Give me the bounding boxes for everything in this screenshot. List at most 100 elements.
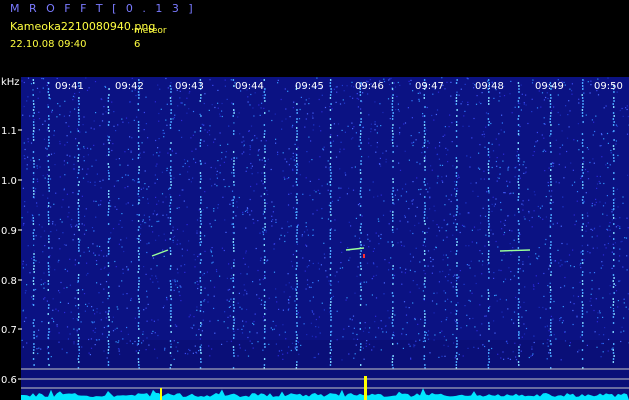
stripe-dot [77, 193, 79, 195]
noise-dot [77, 307, 79, 309]
stripe-dot [296, 322, 298, 324]
stripe-dot [295, 277, 298, 279]
noise-dot [40, 236, 42, 238]
noise-dot [443, 335, 445, 338]
noise-dot [292, 185, 294, 187]
stripe-dot [107, 313, 110, 315]
noise-dot [63, 115, 65, 117]
noise-dot [312, 199, 314, 201]
stripe-dot [518, 334, 520, 336]
noise-dot [409, 345, 411, 347]
stripe-dot [517, 148, 519, 150]
stripe-dot [550, 289, 552, 291]
noise-dot [623, 330, 625, 332]
noise-dot [172, 118, 174, 120]
y-tick-label: 0.6 [1, 375, 17, 386]
noise-dot [622, 202, 624, 204]
noise-dot [69, 111, 71, 113]
noise-dot [246, 167, 248, 169]
noise-dot [217, 207, 219, 209]
noise-dot [209, 223, 211, 225]
noise-dot [623, 298, 625, 300]
stripe-dot [455, 175, 458, 177]
spectrogram-plot[interactable]: 1.11.00.90.80.70.609:41 09:42 09:43 09:44 09… [0, 0, 629, 400]
noise-dot [454, 319, 456, 321]
stripe-dot [48, 184, 50, 186]
noise-dot [180, 102, 182, 104]
noise-dot [580, 262, 582, 264]
noise-dot [76, 224, 78, 226]
noise-dot [22, 224, 24, 226]
stripe-dot [199, 253, 202, 255]
noise-dot [456, 177, 458, 179]
stripe-dot [200, 304, 202, 306]
noise-dot [505, 299, 507, 301]
stripe-dot [199, 208, 201, 210]
stripe-dot [488, 232, 490, 234]
noise-dot [132, 179, 134, 181]
stripe-dot [47, 214, 50, 216]
stripe-dot [549, 325, 552, 327]
noise-dot [531, 82, 534, 84]
stripe-dot [263, 364, 266, 366]
noise-dot [531, 354, 533, 356]
stripe-dot [613, 172, 615, 174]
noise-dot [363, 358, 365, 360]
noise-dot [245, 250, 247, 252]
stripe-dot [581, 94, 583, 96]
stripe-dot [392, 124, 394, 126]
stripe-dot [549, 328, 552, 330]
noise-dot [72, 99, 74, 101]
noise-dot [471, 137, 473, 139]
noise-dot [76, 177, 79, 179]
noise-dot [447, 298, 449, 300]
noise-dot [265, 229, 267, 232]
noise-dot [233, 122, 235, 124]
noise-dot [315, 191, 317, 193]
noise-dot [479, 168, 481, 170]
stripe-dot [550, 97, 552, 99]
stripe-dot [582, 304, 584, 306]
noise-dot [152, 213, 154, 215]
noise-dot [170, 355, 172, 357]
stripe-dot [47, 265, 50, 267]
noise-dot [615, 140, 617, 142]
noise-dot [368, 331, 370, 333]
noise-dot [418, 222, 420, 224]
noise-dot [141, 342, 143, 344]
stripe-dot [200, 322, 202, 324]
noise-dot [475, 103, 478, 105]
stripe-dot [518, 193, 520, 195]
stripe-dot [32, 280, 35, 282]
noise-dot [373, 248, 375, 250]
stripe-dot [456, 295, 458, 297]
stripe-dot [612, 190, 615, 192]
stripe-dot [137, 289, 140, 291]
noise-dot [179, 243, 181, 245]
noise-dot [168, 188, 170, 190]
noise-dot [120, 239, 122, 241]
noise-dot [139, 233, 141, 235]
stripe-dot [169, 223, 171, 225]
noise-dot [127, 333, 129, 335]
noise-dot [100, 200, 102, 202]
stripe-dot [296, 262, 298, 264]
noise-dot [534, 194, 536, 196]
noise-dot [483, 136, 485, 138]
noise-dot [245, 321, 247, 323]
noise-dot [455, 280, 458, 282]
noise-dot [590, 293, 592, 295]
noise-dot [241, 332, 244, 334]
stripe-dot [517, 220, 520, 222]
stripe-dot [108, 310, 110, 312]
noise-dot [177, 272, 179, 274]
noise-dot [591, 202, 593, 205]
noise-dot [196, 309, 198, 311]
noise-dot [497, 353, 499, 355]
noise-dot [163, 132, 165, 134]
stripe-dot [517, 100, 520, 102]
noise-dot [204, 299, 206, 301]
noise-dot [357, 106, 359, 108]
noise-dot [143, 309, 145, 311]
stripe-dot [488, 244, 490, 246]
